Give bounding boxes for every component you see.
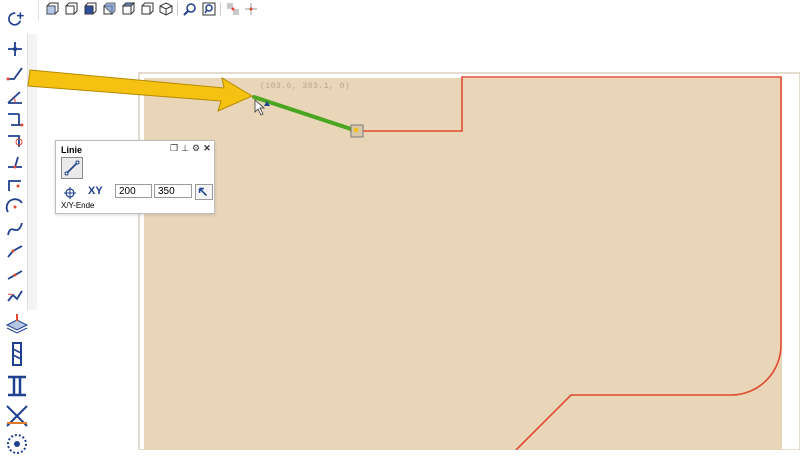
pick-point-button[interactable]: [195, 184, 213, 200]
field-label: X/Y-Ende: [61, 201, 95, 210]
x-end-field[interactable]: 200: [115, 184, 152, 198]
view-left-icon[interactable]: [82, 1, 98, 17]
left-toolbar: [0, 0, 39, 454]
top-toolbar: [0, 0, 800, 20]
line-tool-button[interactable]: [61, 157, 83, 179]
line-tangent-icon[interactable]: [4, 130, 26, 152]
left-toolbar-scrollbar[interactable]: [27, 34, 37, 310]
select-cursor-icon[interactable]: [3, 8, 31, 30]
view-bottom-icon[interactable]: [139, 1, 155, 17]
y-end-field[interactable]: 350: [154, 184, 192, 198]
view-top-icon[interactable]: [120, 1, 136, 17]
panel-title: Linie: [61, 145, 83, 155]
line-icon[interactable]: [4, 62, 26, 84]
close-icon[interactable]: ✕: [202, 143, 212, 153]
endpoint-dot: [353, 127, 359, 133]
chamfer-icon[interactable]: [4, 284, 26, 306]
target-icon[interactable]: [64, 187, 76, 199]
spline-icon[interactable]: [4, 218, 26, 240]
pick-arrow-icon: [198, 187, 207, 196]
mode-label: XY: [88, 185, 103, 197]
snap-axis-icon[interactable]: [243, 1, 259, 17]
line-panel: Linie ❐ ⊥ ⚙ ✕ XY 200 350 X/Y-Ende: [55, 140, 215, 214]
polyline-icon[interactable]: [4, 240, 26, 262]
stock-layers-icon[interactable]: [4, 310, 30, 338]
line-parallel-icon[interactable]: [4, 108, 26, 130]
zoom-all-icon[interactable]: [201, 1, 217, 17]
snap-grid-icon[interactable]: [225, 1, 241, 17]
arc-icon[interactable]: [4, 196, 26, 218]
view-back-icon[interactable]: [63, 1, 79, 17]
point-icon[interactable]: [4, 38, 26, 60]
pin-icon[interactable]: ⊥: [180, 143, 190, 153]
polyline-2-icon[interactable]: [4, 262, 26, 284]
line-offset-icon[interactable]: [4, 174, 26, 196]
drill-tool-icon[interactable]: [4, 340, 30, 368]
settings-gear-icon[interactable]: ⚙: [191, 143, 201, 153]
view-iso-icon[interactable]: [158, 1, 174, 17]
view-right-icon[interactable]: [101, 1, 117, 17]
zoom-window-icon[interactable]: [182, 1, 198, 17]
gear-cutter-icon[interactable]: [4, 430, 30, 458]
drawing-canvas[interactable]: (103.6, 383.1, 0): [38, 20, 800, 450]
line-perpendicular-icon[interactable]: [4, 152, 26, 174]
fixture-icon[interactable]: [4, 372, 30, 400]
line-angle-icon[interactable]: [4, 86, 26, 108]
restore-icon[interactable]: ❐: [169, 143, 179, 153]
line-tool-icon: [64, 160, 80, 176]
saw-cross-icon[interactable]: [4, 402, 30, 430]
view-front-icon[interactable]: [44, 1, 60, 17]
coordinate-readout: (103.6, 383.1, 0): [260, 82, 351, 91]
